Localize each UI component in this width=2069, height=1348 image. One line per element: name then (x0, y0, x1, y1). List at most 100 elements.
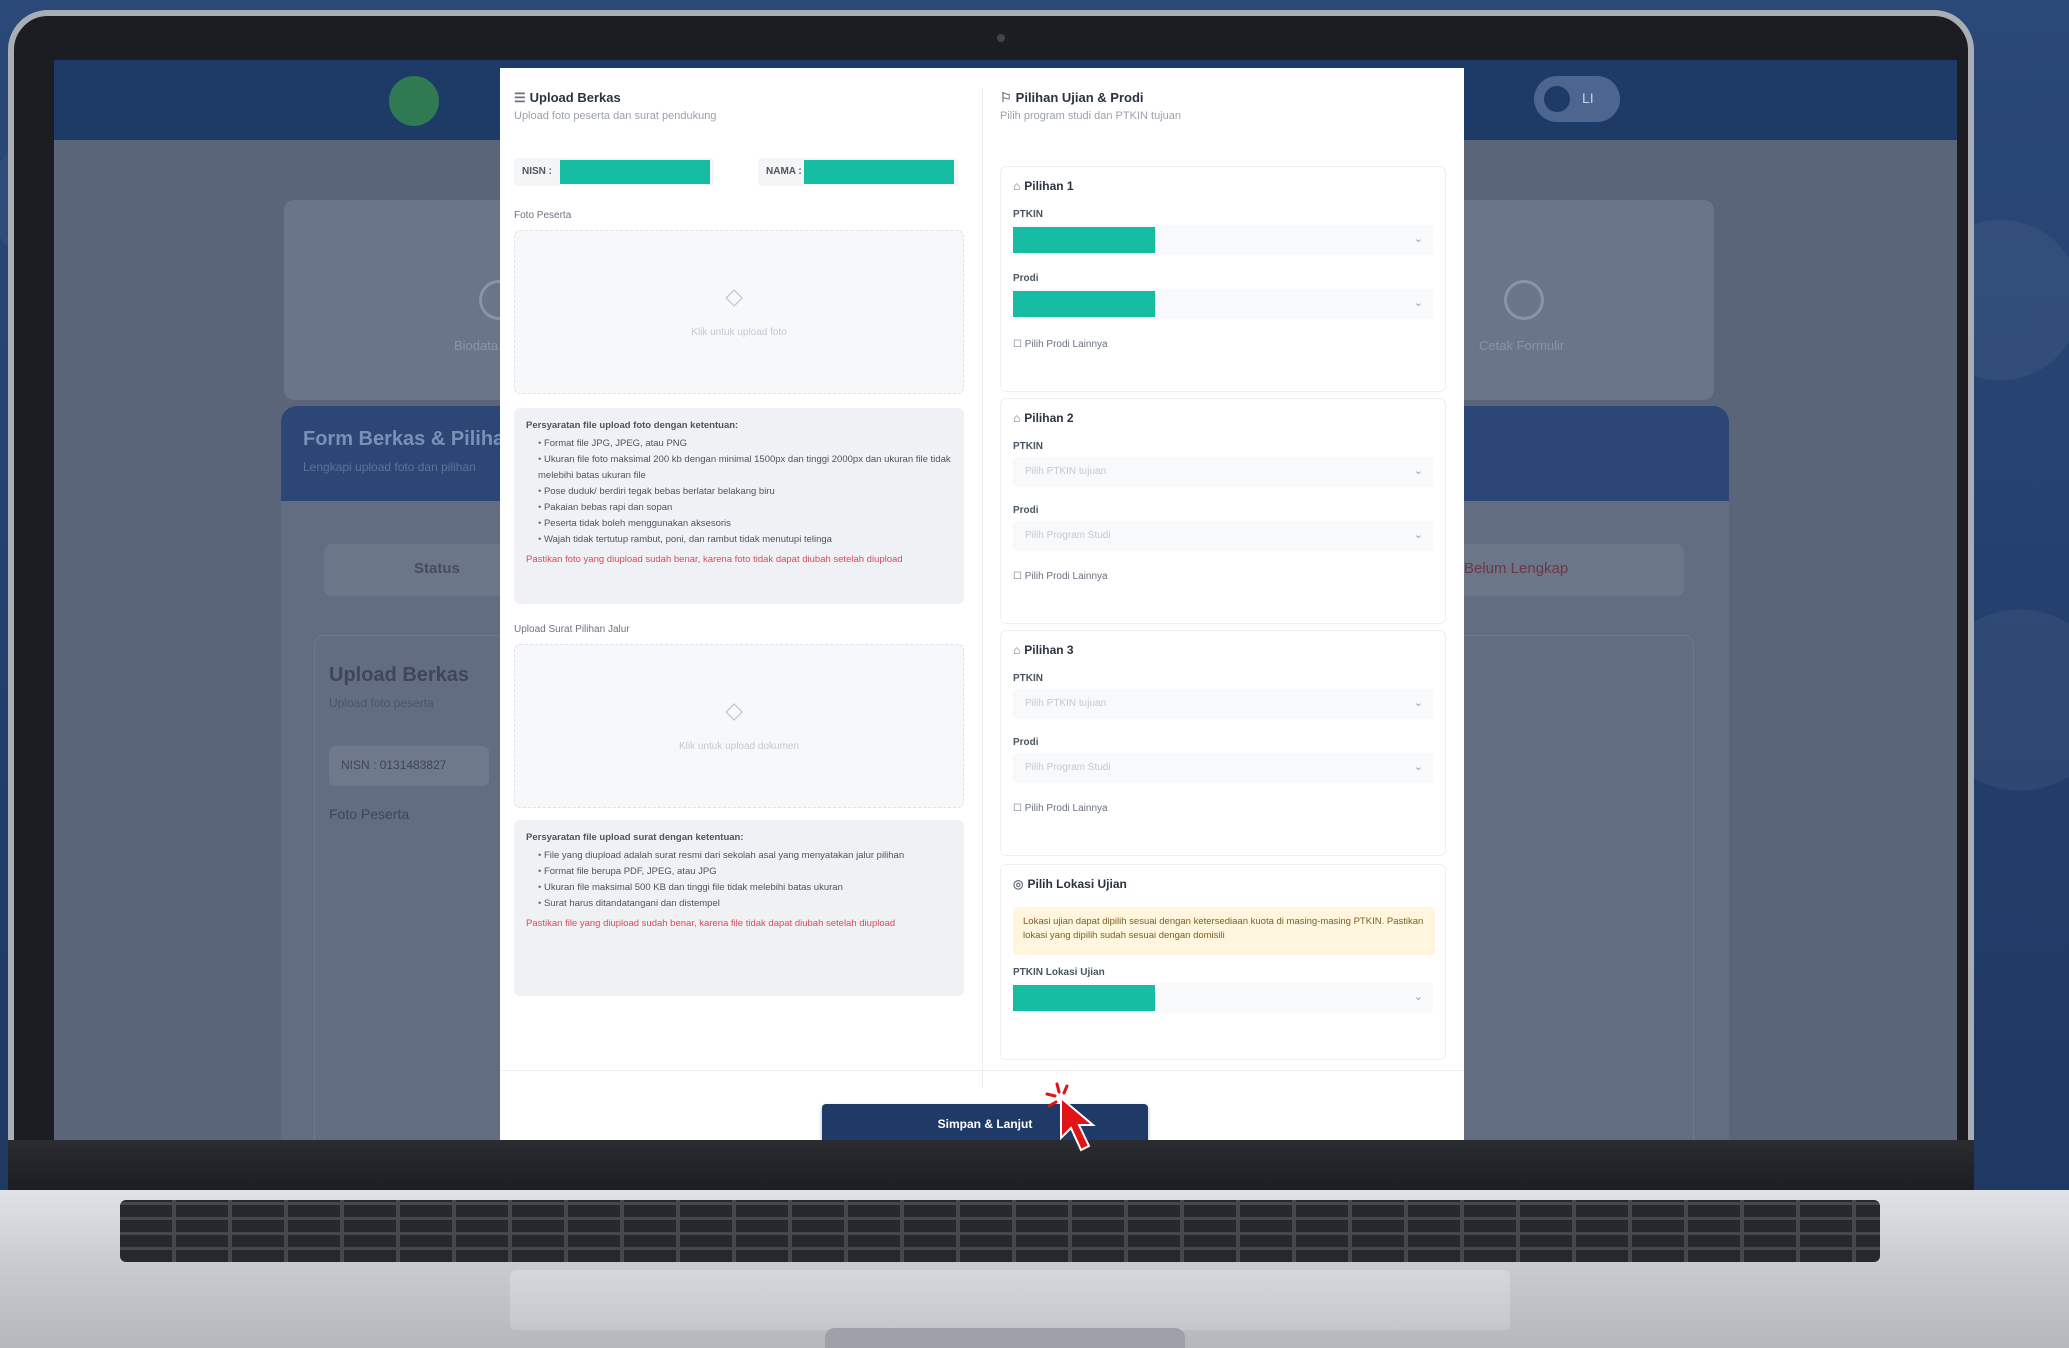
upload-subtitle: Upload foto peserta (329, 696, 434, 710)
pilihan-card-2: ⌂ Pilihan 2 PTKIN Pilih PTKIN tujuan ⌄ Pr… (1000, 398, 1446, 624)
list-item: Format file berupa PDF, JPEG, atau JPG (538, 864, 952, 880)
select-placeholder: Pilih Program Studi (1025, 530, 1111, 541)
list-item: Ukuran file maksimal 500 KB dan tinggi f… (538, 880, 952, 896)
prodi-label: Prodi (1013, 737, 1039, 748)
requirements-list: File yang diupload adalah surat resmi da… (526, 848, 952, 912)
laptop-screen: LI Biodata Cetak Formulir Form Berkas & … (54, 60, 1957, 1148)
foto-label: Foto Peserta (329, 806, 410, 822)
pilihan-card-3: ⌂ Pilihan 3 PTKIN Pilih PTKIN tujuan ⌄ Pr… (1000, 630, 1446, 856)
ptkin-select[interactable]: Pilih PTKIN tujuan ⌄ (1013, 689, 1433, 719)
lokasi-title: ◎ Pilih Lokasi Ujian (1013, 877, 1127, 891)
building-icon: ⌂ (1013, 411, 1021, 425)
pilihan-title: ⌂ Pilihan 2 (1013, 411, 1074, 425)
prodi-label: Prodi (1013, 273, 1039, 284)
upload-icon: ⬦ (725, 281, 744, 311)
list-item: File yang diupload adalah surat resmi da… (538, 848, 952, 864)
status-label: Status (414, 560, 460, 577)
ptkin-select[interactable]: ⌄ (1013, 225, 1433, 255)
modal-dialog: ☰ Upload Berkas Upload foto peserta dan s… (500, 68, 1464, 1148)
chevron-down-icon: ⌄ (1413, 529, 1423, 541)
requirements-heading: Persyaratan file upload foto dengan kete… (526, 420, 739, 431)
pilihan-title: ⌂ Pilihan 3 (1013, 643, 1074, 657)
prodi-lainnya-checkbox[interactable]: ☐ Pilih Prodi Lainnya (1013, 571, 1108, 582)
graduation-icon: ⚐ (1000, 90, 1012, 105)
ptkin-select[interactable]: Pilih PTKIN tujuan ⌄ (1013, 457, 1433, 487)
list-item: Ukuran file foto maksimal 200 kb dengan … (538, 452, 952, 484)
surat-requirements: Persyaratan file upload surat dengan ket… (514, 820, 964, 996)
redacted-prodi (1013, 291, 1155, 317)
user-initials: LI (1582, 90, 1594, 106)
requirements-heading: Persyaratan file upload surat dengan ket… (526, 832, 744, 843)
pilihan-section-subtitle: Pilih program studi dan PTKIN tujuan (1000, 110, 1181, 122)
list-item: Pose duduk/ berdiri tegak bebas berlatar… (538, 484, 952, 500)
redacted-lokasi (1013, 985, 1155, 1011)
chevron-down-icon: ⌄ (1413, 697, 1423, 709)
status-badge: Belum Lengkap (1464, 560, 1569, 577)
chevron-down-icon: ⌄ (1413, 761, 1423, 773)
laptop-lid: LI Biodata Cetak Formulir Form Berkas & … (8, 10, 1974, 1195)
select-placeholder: Pilih PTKIN tujuan (1025, 698, 1107, 709)
nisn-display: NISN : 0131483827 (329, 746, 489, 786)
form-subtitle: Lengkapi upload foto dan pilihan (303, 460, 476, 474)
list-item: Surat harus ditandatangani dan distempel (538, 896, 952, 912)
foto-label: Foto Peserta (514, 210, 572, 221)
select-placeholder: Pilih PTKIN tujuan (1025, 466, 1107, 477)
lokasi-card: ◎ Pilih Lokasi Ujian Lokasi ujian dapat d… (1000, 864, 1446, 1060)
prodi-lainnya-checkbox[interactable]: ☐ Pilih Prodi Lainnya (1013, 339, 1108, 350)
footer-divider (500, 1070, 1464, 1071)
prodi-select[interactable]: ⌄ (1013, 289, 1433, 319)
prodi-select[interactable]: Pilih Program Studi ⌄ (1013, 753, 1433, 783)
list-item: Pakaian bebas rapi dan sopan (538, 500, 952, 516)
ptkin-label: PTKIN (1013, 441, 1043, 452)
document-icon: ☰ (514, 90, 526, 105)
user-menu[interactable]: LI (1534, 76, 1620, 122)
pilihan-card-1: ⌂ Pilihan 1 PTKIN ⌄ Prodi ⌄ ☐ Pilih Prodi… (1000, 166, 1446, 392)
column-divider (982, 88, 983, 1088)
upload-section-title: ☰ Upload Berkas (514, 90, 621, 105)
chevron-down-icon: ⌄ (1413, 233, 1423, 245)
foto-dropzone[interactable]: ⬦ Klik untuk upload foto (514, 230, 964, 394)
upload-section-subtitle: Upload foto peserta dan surat pendukung (514, 110, 717, 122)
avatar (1544, 86, 1570, 112)
prodi-lainnya-checkbox[interactable]: ☐ Pilih Prodi Lainnya (1013, 803, 1108, 814)
ptkin-label: PTKIN (1013, 673, 1043, 684)
list-item: Wajah tidak tertutup rambut, poni, dan r… (538, 532, 952, 548)
location-icon: ◎ (1013, 877, 1024, 891)
lokasi-alert: Lokasi ujian dapat dipilih sesuai dengan… (1013, 907, 1435, 955)
nama-field: NAMA : (758, 158, 958, 186)
upload-title: Upload Berkas (329, 664, 470, 686)
laptop-hinge (825, 1328, 1185, 1348)
form-title: Form Berkas & Pilihan (303, 428, 517, 450)
building-icon: ⌂ (1013, 643, 1021, 657)
list-item: Format file JPG, JPEG, atau PNG (538, 436, 952, 452)
lokasi-select[interactable]: ⌄ (1013, 983, 1433, 1013)
dropzone-text: Klik untuk upload foto (691, 327, 787, 338)
redacted-ptkin (1013, 227, 1155, 253)
camera (997, 34, 1005, 42)
surat-label: Upload Surat Pilihan Jalur (514, 624, 630, 635)
chevron-down-icon: ⌄ (1413, 465, 1423, 477)
step-user-icon (1504, 280, 1544, 320)
nisn-field: NISN : (514, 158, 714, 186)
click-cursor-icon (1045, 1082, 1096, 1152)
pilihan-title: ⌂ Pilihan 1 (1013, 179, 1074, 193)
pilihan-section-title: ⚐ Pilihan Ujian & Prodi (1000, 90, 1144, 105)
chevron-down-icon: ⌄ (1413, 991, 1423, 1003)
requirements-warning: Pastikan file yang diupload sudah benar,… (526, 918, 896, 929)
redacted-nisn (560, 160, 710, 184)
upload-icon: ⬦ (725, 695, 744, 725)
requirements-warning: Pastikan foto yang diupload sudah benar,… (526, 554, 903, 565)
foto-requirements: Persyaratan file upload foto dengan kete… (514, 408, 964, 604)
surat-dropzone[interactable]: ⬦ Klik untuk upload dokumen (514, 644, 964, 808)
prodi-select[interactable]: Pilih Program Studi ⌄ (1013, 521, 1433, 551)
trackpad (510, 1270, 1510, 1330)
building-icon: ⌂ (1013, 179, 1021, 193)
step-label: Biodata (454, 338, 499, 353)
ptkin-label: PTKIN (1013, 209, 1043, 220)
select-placeholder: Pilih Program Studi (1025, 762, 1111, 773)
logo (389, 76, 439, 126)
requirements-list: Format file JPG, JPEG, atau PNG Ukuran f… (526, 436, 952, 548)
list-item: Peserta tidak boleh menggunakan aksesori… (538, 516, 952, 532)
redacted-nama (804, 160, 954, 184)
keyboard (120, 1200, 1880, 1262)
